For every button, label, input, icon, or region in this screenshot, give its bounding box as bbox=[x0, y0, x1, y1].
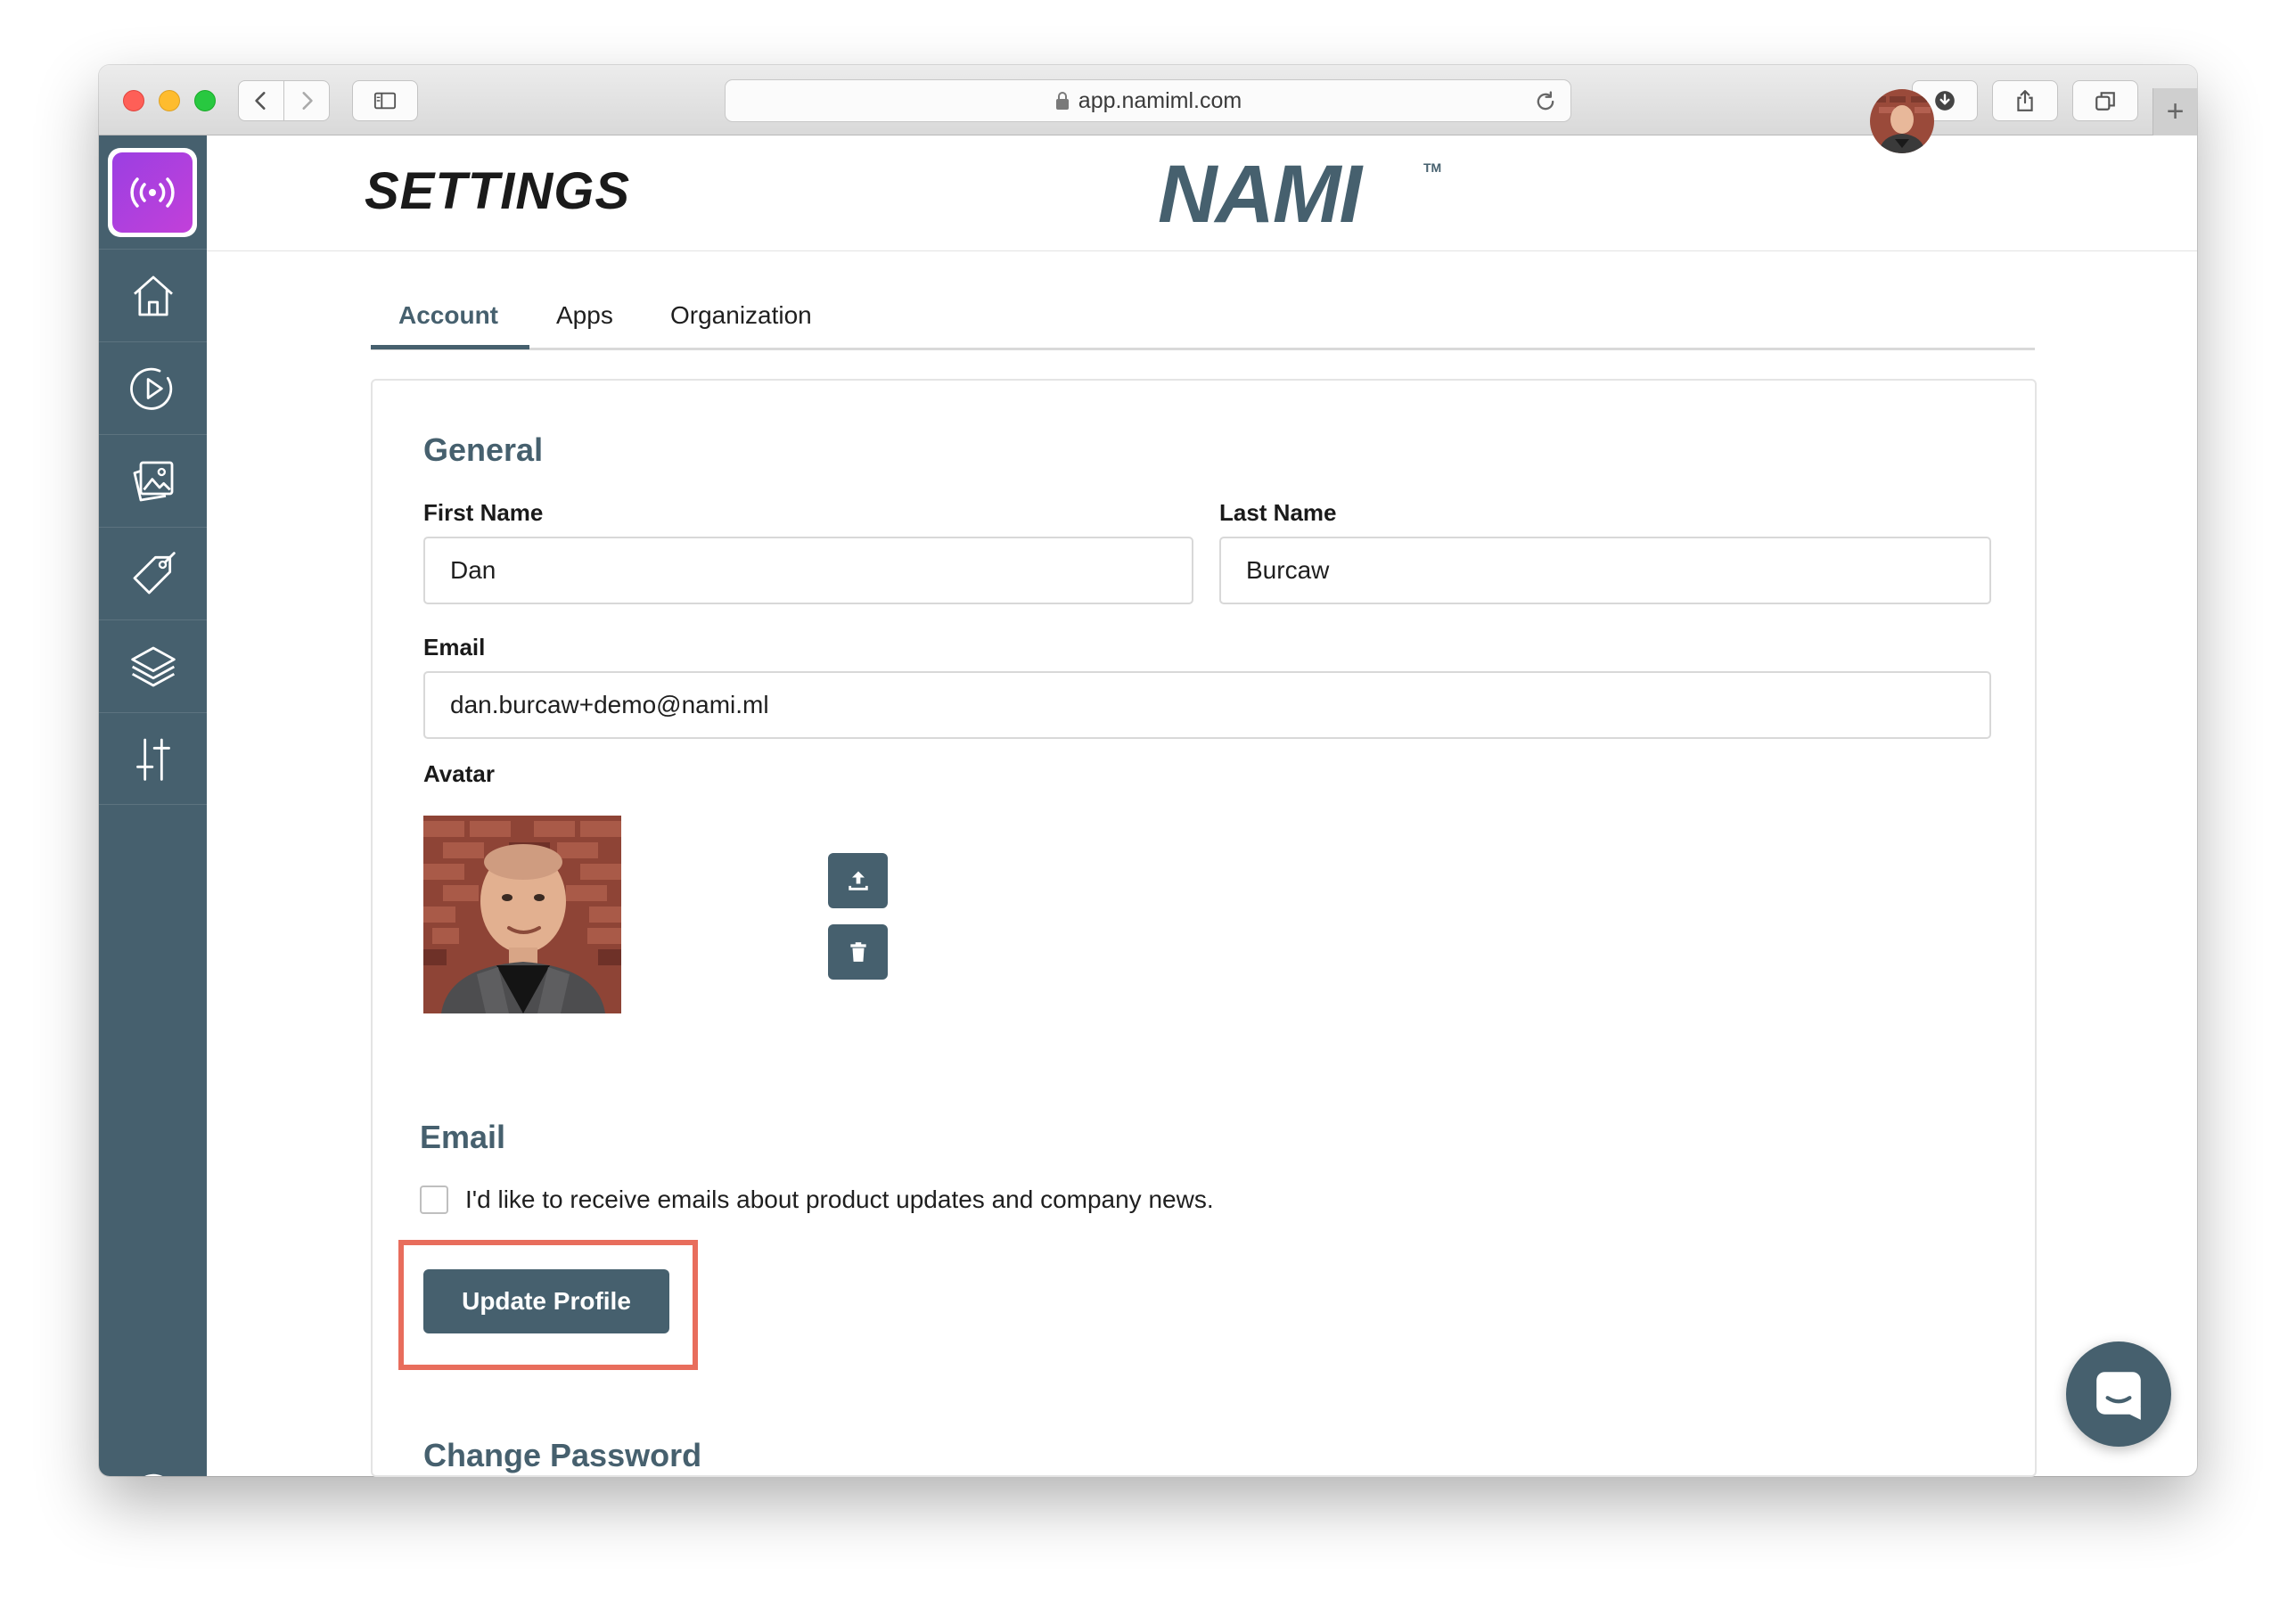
maximize-window-button[interactable] bbox=[194, 90, 216, 111]
play-circle-icon bbox=[129, 367, 172, 410]
tab-organization[interactable]: Organization bbox=[670, 301, 812, 348]
svg-text:TM: TM bbox=[1423, 160, 1441, 175]
page-title: SETTINGS bbox=[365, 162, 631, 220]
minimize-window-button[interactable] bbox=[159, 90, 180, 111]
email-section-title: Email bbox=[420, 1119, 506, 1155]
general-section-title: General bbox=[423, 431, 544, 468]
new-tab-button[interactable]: + bbox=[2152, 88, 2197, 135]
chat-launcher-button[interactable] bbox=[2066, 1341, 2171, 1447]
share-button[interactable] bbox=[1992, 80, 2058, 121]
upload-icon bbox=[848, 871, 868, 890]
reload-icon[interactable] bbox=[1533, 89, 1558, 114]
sidebar-item-home[interactable] bbox=[99, 249, 207, 341]
sidebar-item-campaigns[interactable] bbox=[99, 341, 207, 434]
last-name-field[interactable] bbox=[1219, 537, 1991, 604]
help-icon bbox=[144, 1473, 162, 1476]
avatar-image bbox=[423, 816, 621, 1013]
first-name-label: First Name bbox=[423, 499, 544, 526]
user-photo bbox=[1870, 89, 1934, 153]
home-icon bbox=[133, 275, 173, 316]
close-window-button[interactable] bbox=[123, 90, 144, 111]
user-avatar[interactable] bbox=[1870, 89, 1934, 153]
avatar-preview bbox=[423, 816, 621, 1013]
forward-button[interactable] bbox=[283, 80, 330, 121]
sidebar-toggle-button[interactable] bbox=[352, 80, 418, 121]
gallery-icon bbox=[133, 461, 173, 501]
last-name-label: Last Name bbox=[1219, 499, 1337, 526]
tab-account[interactable]: Account bbox=[398, 301, 498, 348]
sidebar-icon bbox=[373, 92, 397, 110]
chevron-right-icon bbox=[302, 92, 313, 110]
help-button[interactable] bbox=[99, 1462, 207, 1476]
first-name-field[interactable] bbox=[423, 537, 1193, 604]
share-icon bbox=[2017, 90, 2033, 111]
tabs-icon bbox=[2095, 92, 2115, 111]
tag-icon bbox=[133, 551, 176, 594]
email-updates-checkbox[interactable] bbox=[420, 1185, 448, 1214]
lock-icon bbox=[1055, 92, 1069, 110]
upload-avatar-button[interactable] bbox=[828, 853, 888, 908]
layers-icon bbox=[130, 646, 176, 686]
sidebar-item-integrations[interactable] bbox=[99, 712, 207, 805]
address-bar[interactable]: app.namiml.com bbox=[725, 79, 1571, 122]
settings-tabs: Account Apps Organization bbox=[371, 266, 2035, 350]
sidebar-item-entitlements[interactable] bbox=[99, 619, 207, 712]
email-field[interactable] bbox=[423, 671, 1991, 739]
svg-text:NAMI: NAMI bbox=[1158, 156, 1365, 229]
email-updates-label[interactable]: I'd like to receive emails about product… bbox=[465, 1185, 1214, 1214]
nami-logo: NAMI TM bbox=[1158, 156, 1441, 229]
download-icon bbox=[1935, 91, 1955, 111]
back-button[interactable] bbox=[238, 80, 284, 121]
tabs-overview-button[interactable] bbox=[2072, 80, 2138, 121]
avatar-label: Avatar bbox=[423, 760, 495, 787]
broadcast-icon bbox=[130, 177, 175, 208]
trash-icon bbox=[849, 942, 866, 962]
sidebar-item-products[interactable] bbox=[99, 527, 207, 619]
app-logo[interactable] bbox=[108, 148, 197, 237]
plus-icon: + bbox=[2166, 94, 2185, 128]
active-tab-indicator bbox=[371, 345, 529, 349]
sidebar-item-paywalls[interactable] bbox=[99, 434, 207, 527]
update-profile-button[interactable]: Update Profile bbox=[423, 1269, 669, 1333]
app-sidebar bbox=[99, 135, 207, 1476]
chevron-left-icon bbox=[255, 92, 266, 110]
delete-avatar-button[interactable] bbox=[828, 924, 888, 980]
tab-apps[interactable]: Apps bbox=[556, 301, 613, 348]
change-password-title: Change Password bbox=[423, 1437, 702, 1473]
chat-icon bbox=[2096, 1372, 2141, 1420]
email-label: Email bbox=[423, 634, 486, 660]
url-text: app.namiml.com bbox=[1078, 87, 1242, 113]
sliders-icon bbox=[135, 738, 170, 781]
